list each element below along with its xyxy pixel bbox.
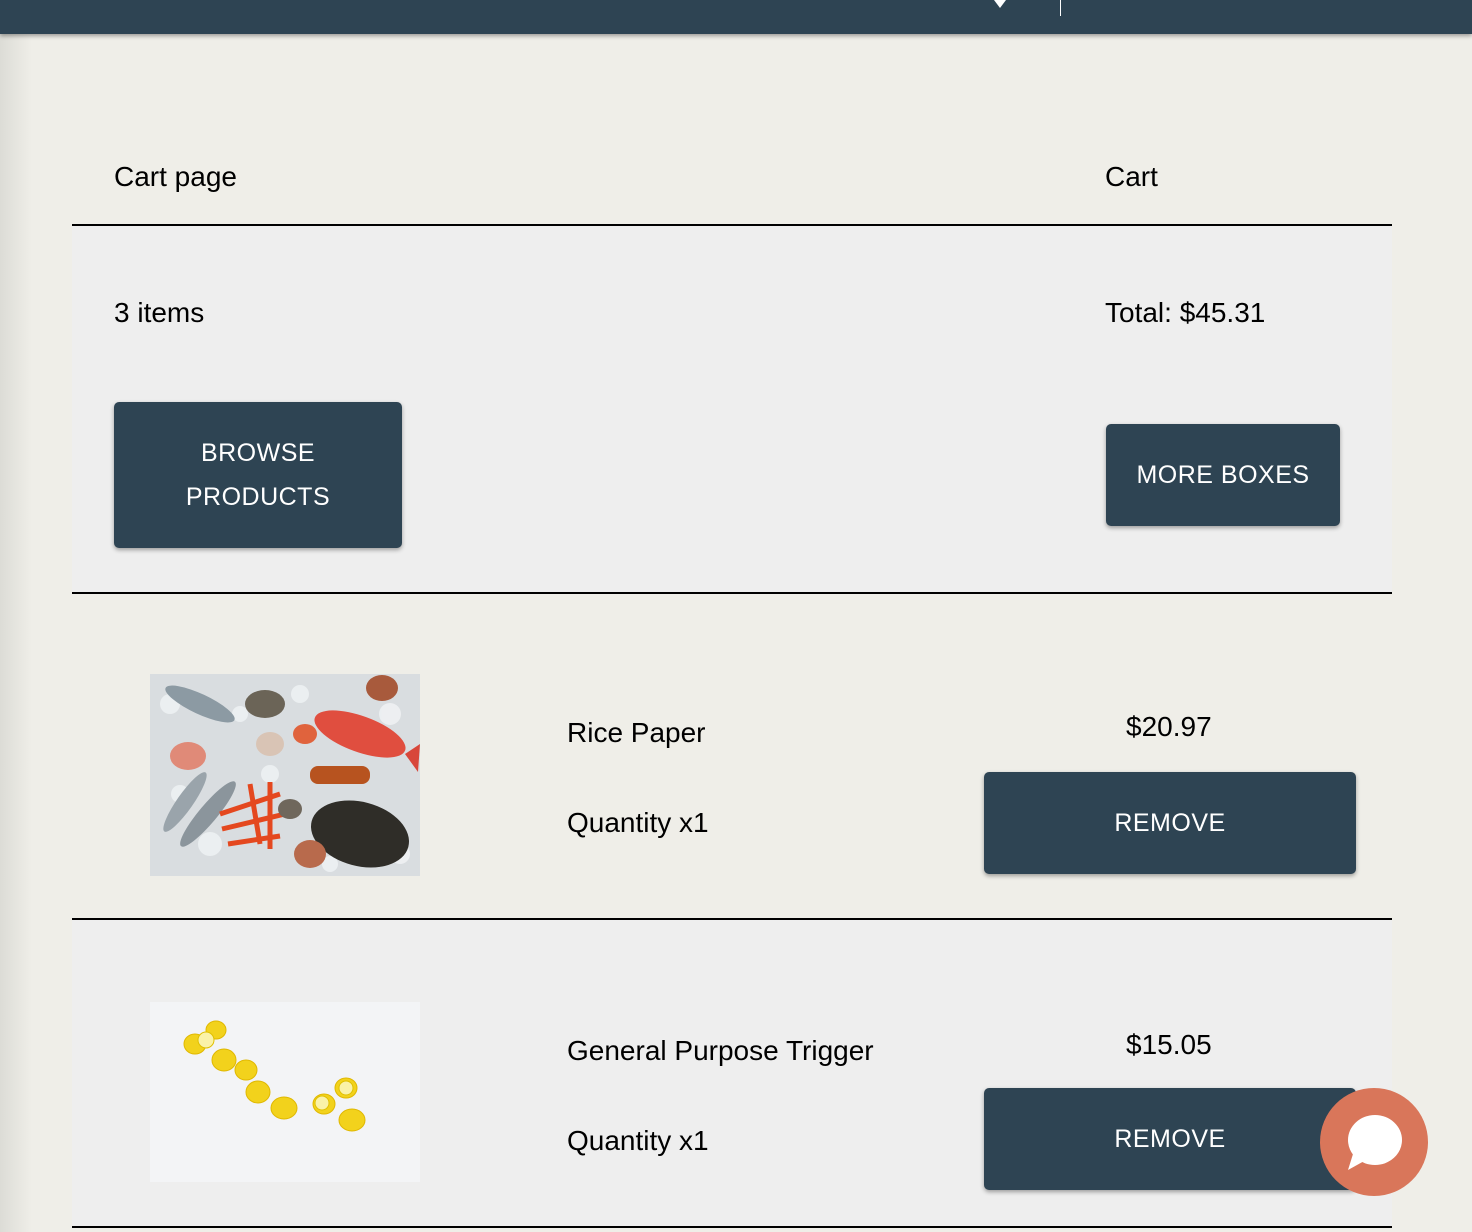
browse-products-button[interactable]: BROWSE PRODUCTS: [114, 402, 402, 548]
page-title: Cart page: [114, 161, 237, 192]
product-image-lemons: [150, 1002, 420, 1182]
cart-label: Cart: [1105, 161, 1158, 192]
chat-launcher-button[interactable]: [1320, 1088, 1428, 1196]
product-name: General Purpose Trigger: [567, 1035, 874, 1066]
seafood-image-icon: [150, 674, 420, 876]
product-price: $15.05: [1126, 1029, 1212, 1060]
lemons-image-icon: [150, 1002, 420, 1182]
product-price: $20.97: [1126, 711, 1212, 742]
top-nav-bar: [0, 0, 1472, 34]
cart-item: Rice Paper Quantity x1 $20.97 REMOVE: [72, 594, 1392, 920]
product-image-seafood: [150, 674, 420, 876]
cart-total: Total: $45.31: [1105, 297, 1266, 328]
remove-label: REMOVE: [1114, 1125, 1226, 1153]
more-boxes-label: MORE BOXES: [1136, 461, 1310, 489]
remove-button[interactable]: REMOVE: [984, 1088, 1356, 1190]
dropdown-caret-icon[interactable]: [994, 0, 1006, 8]
product-name: Rice Paper: [567, 717, 706, 748]
page-edge-shadow: [0, 0, 32, 1232]
remove-button[interactable]: REMOVE: [984, 772, 1356, 874]
browse-products-label-line2: PRODUCTS: [185, 483, 331, 511]
cart-summary: 3 items Total: $45.31 BROWSE PRODUCTS MO…: [72, 226, 1392, 594]
product-quantity: Quantity x1: [567, 807, 709, 838]
cart-header: Cart page Cart: [72, 120, 1392, 226]
nav-divider: [1060, 0, 1061, 16]
browse-products-label-line1: BROWSE: [200, 439, 316, 467]
more-boxes-button[interactable]: MORE BOXES: [1106, 424, 1340, 526]
items-count: 3 items: [114, 297, 205, 328]
product-quantity: Quantity x1: [567, 1125, 709, 1156]
chat-bubble-icon: [1348, 1115, 1402, 1170]
remove-label: REMOVE: [1114, 809, 1226, 837]
cart-item: General Purpose Trigger Quantity x1 $15.…: [72, 920, 1392, 1228]
